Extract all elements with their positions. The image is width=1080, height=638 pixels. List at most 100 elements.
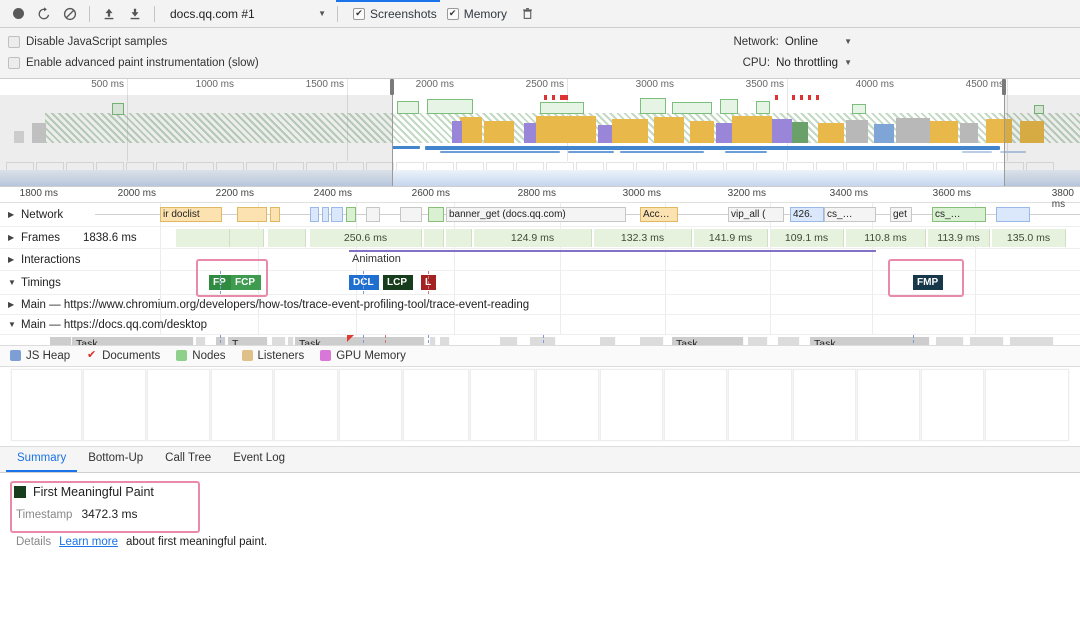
- filmstrip-frame[interactable]: [536, 368, 599, 441]
- overview-window-left-edge[interactable]: [392, 95, 393, 186]
- flame-block[interactable]: [748, 337, 768, 345]
- network-request[interactable]: banner_get (docs.qq.com): [446, 207, 626, 222]
- network-request[interactable]: [237, 207, 267, 222]
- frame-block[interactable]: [446, 229, 472, 247]
- filmstrip-frame[interactable]: [600, 368, 663, 441]
- network-request[interactable]: 426.: [790, 207, 824, 222]
- frame-block[interactable]: [268, 229, 306, 247]
- filmstrip-frame[interactable]: [793, 368, 856, 441]
- frame-block[interactable]: [424, 229, 444, 247]
- flame-block[interactable]: [500, 337, 518, 345]
- timeline-tracks[interactable]: 1800 ms 2000 ms 2200 ms 2400 ms 2600 ms …: [0, 187, 1080, 345]
- frame-block[interactable]: 141.9 ms: [694, 229, 768, 247]
- network-request[interactable]: [346, 207, 356, 222]
- flame-block[interactable]: [288, 337, 294, 345]
- frame-block[interactable]: 113.9 ms: [928, 229, 990, 247]
- animation-bar[interactable]: [349, 250, 876, 252]
- network-request[interactable]: [428, 207, 444, 222]
- reload-and-record-button[interactable]: [32, 3, 56, 25]
- flame-block[interactable]: Task: [672, 337, 744, 345]
- flame-block[interactable]: [936, 337, 964, 345]
- network-request[interactable]: [310, 207, 319, 222]
- network-request[interactable]: [322, 207, 329, 222]
- frame-block[interactable]: 132.3 ms: [594, 229, 692, 247]
- record-button[interactable]: [6, 3, 30, 25]
- filmstrip-frame[interactable]: [339, 368, 402, 441]
- filmstrip-frame[interactable]: [664, 368, 727, 441]
- timeline-overview[interactable]: 500 ms 1000 ms 1500 ms 2000 ms 2500 ms 3…: [0, 79, 1080, 187]
- timing-marker-dcl[interactable]: DCL: [349, 275, 379, 290]
- track-frames[interactable]: 250.6 ms 124.9 ms 132.3 ms 141.9 ms 109.…: [0, 227, 1080, 249]
- advanced-paint-row[interactable]: Enable advanced paint instrumentation (s…: [8, 52, 1070, 73]
- clear-button[interactable]: [58, 3, 82, 25]
- network-throttling-row[interactable]: Network: Online ▼: [733, 31, 852, 52]
- flame-block[interactable]: [196, 337, 206, 345]
- tab-summary[interactable]: Summary: [6, 447, 78, 472]
- learn-more-link[interactable]: Learn more: [59, 536, 118, 548]
- network-request[interactable]: vip_all (: [728, 207, 784, 222]
- disable-js-samples-row[interactable]: Disable JavaScript samples: [8, 31, 1070, 52]
- flame-block[interactable]: [50, 337, 72, 345]
- filmstrip-frame[interactable]: [274, 368, 338, 441]
- flame-block[interactable]: [970, 337, 1004, 345]
- network-request[interactable]: [270, 207, 280, 222]
- filmstrip-frame[interactable]: [985, 368, 1069, 441]
- track-interactions[interactable]: Animation ▶ Interactions: [0, 249, 1080, 271]
- frame-block[interactable]: 250.6 ms: [310, 229, 422, 247]
- frame-block[interactable]: 110.8 ms: [846, 229, 926, 247]
- filmstrip-frame[interactable]: [470, 368, 535, 441]
- network-request[interactable]: Acc…: [640, 207, 678, 222]
- overview-window-right-edge[interactable]: [1004, 95, 1005, 186]
- flame-block[interactable]: Task: [295, 337, 425, 345]
- track-main-chromium[interactable]: ▶ Main — https://www.chromium.org/develo…: [0, 295, 1080, 315]
- flame-block[interactable]: T…: [228, 337, 268, 345]
- flame-block[interactable]: Task: [72, 337, 194, 345]
- frame-block[interactable]: 135.0 ms: [992, 229, 1066, 247]
- network-request[interactable]: [331, 207, 343, 222]
- save-profile-button[interactable]: [123, 3, 147, 25]
- timing-marker-lcp[interactable]: LCP: [383, 275, 413, 290]
- filmstrip-frame[interactable]: [147, 368, 210, 441]
- profile-selector[interactable]: docs.qq.com #1 ▼: [162, 3, 330, 25]
- legend-nodes[interactable]: Nodes: [176, 350, 226, 362]
- flame-block[interactable]: Task: [810, 337, 930, 345]
- overview-right-handle[interactable]: [1002, 79, 1006, 95]
- flame-block[interactable]: [430, 337, 436, 345]
- memory-checkbox[interactable]: Memory: [446, 7, 507, 21]
- overview-left-handle[interactable]: [390, 79, 394, 95]
- network-request[interactable]: cs_…: [932, 207, 986, 222]
- flame-block[interactable]: [640, 337, 664, 345]
- track-header-frames[interactable]: ▶ Frames 1838.6 ms: [0, 227, 160, 248]
- filmstrip-frame[interactable]: [11, 368, 82, 441]
- timing-marker-fmp[interactable]: FMP: [913, 275, 943, 290]
- legend-js-heap[interactable]: JS Heap: [10, 350, 70, 362]
- track-header-main-docs[interactable]: ▼ Main — https://docs.qq.com/desktop: [0, 315, 207, 334]
- screenshots-checkbox[interactable]: Screenshots: [353, 7, 437, 21]
- flame-chart[interactable]: Task T… Task Task Task Par…TML L…t: [0, 335, 1080, 345]
- track-network[interactable]: ir doclist banner_get (docs.qq.com) Acc……: [0, 203, 1080, 227]
- track-header-network[interactable]: ▶ Network: [0, 203, 160, 226]
- flame-block[interactable]: [600, 337, 616, 345]
- track-header-timings[interactable]: ▼ Timings: [0, 271, 160, 294]
- filmstrip-frame[interactable]: [857, 368, 920, 441]
- network-request[interactable]: [996, 207, 1030, 222]
- legend-documents[interactable]: ✔ Documents: [86, 350, 160, 362]
- track-main-docs[interactable]: ▼ Main — https://docs.qq.com/desktop: [0, 315, 1080, 335]
- network-request[interactable]: [366, 207, 380, 222]
- frame-block[interactable]: 124.9 ms: [474, 229, 592, 247]
- cpu-throttling-row[interactable]: CPU: No throttling ▼: [733, 52, 852, 73]
- frame-block[interactable]: 109.1 ms: [770, 229, 844, 247]
- track-timings[interactable]: FP FCP DCL LCP L FMP ▼ Timings: [0, 259, 1080, 297]
- flame-block[interactable]: [440, 337, 450, 345]
- network-request[interactable]: ir doclist: [160, 207, 222, 222]
- filmstrip-frame[interactable]: [403, 368, 469, 441]
- tab-event-log[interactable]: Event Log: [222, 447, 296, 472]
- timing-marker-fcp[interactable]: FCP: [231, 275, 261, 290]
- network-request[interactable]: [400, 207, 422, 222]
- flame-block[interactable]: [216, 337, 226, 345]
- flame-block[interactable]: [272, 337, 286, 345]
- frame-block[interactable]: [176, 229, 230, 247]
- flame-block[interactable]: [778, 337, 800, 345]
- track-header-main-chromium[interactable]: ▶ Main — https://www.chromium.org/develo…: [0, 295, 529, 314]
- network-request[interactable]: cs_…: [824, 207, 876, 222]
